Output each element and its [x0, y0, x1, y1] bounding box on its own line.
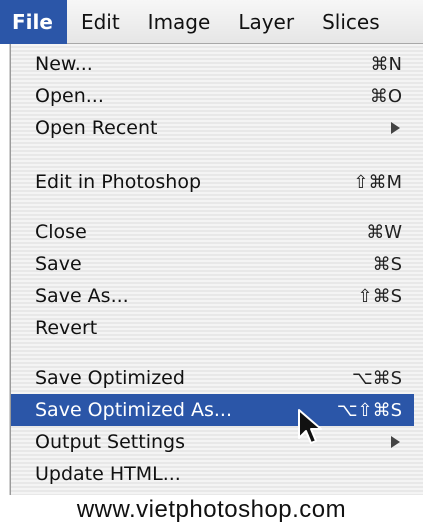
- shortcut-label: ⌥⇧⌘S: [336, 399, 402, 421]
- menu-item-open-recent[interactable]: Open Recent: [11, 112, 414, 144]
- menu-edit[interactable]: Edit: [67, 0, 134, 44]
- menu-item-label: Revert: [35, 317, 98, 339]
- menu-item-revert[interactable]: Revert: [11, 312, 414, 344]
- menu-item-save-optimized[interactable]: Save Optimized ⌥⌘S: [11, 362, 414, 394]
- menu-item-label: Save Optimized As...: [35, 399, 232, 421]
- menu-item-label: Update HTML...: [35, 463, 181, 485]
- menu-item-label: Open Recent: [35, 117, 158, 139]
- watermark-text: www.vietphotoshop.com: [76, 495, 347, 523]
- menu-item-update-html[interactable]: Update HTML...: [11, 458, 414, 490]
- menu-item-label: Open...: [35, 85, 104, 107]
- menu-item-new[interactable]: New... ⌘N: [11, 48, 414, 80]
- menu-item-label: Close: [35, 221, 87, 243]
- menu-item-save[interactable]: Save ⌘S: [11, 248, 414, 280]
- shortcut-label: ⌥⌘S: [351, 367, 402, 389]
- menu-item-edit-in-photoshop[interactable]: Edit in Photoshop ⇧⌘M: [11, 166, 414, 198]
- screenshot-stage: File Edit Image Layer Slices New... ⌘N O…: [0, 0, 423, 529]
- mouse-pointer-icon: [298, 409, 322, 444]
- menu-item-label: Output Settings: [35, 431, 185, 453]
- menu-item-label: Save As...: [35, 285, 129, 307]
- menu-item-label: Edit in Photoshop: [35, 171, 202, 193]
- menu-slices[interactable]: Slices: [308, 0, 394, 44]
- shortcut-label: ⌘W: [366, 221, 402, 243]
- submenu-arrow-icon: [391, 436, 400, 448]
- shortcut-label: ⌘O: [369, 85, 402, 107]
- shortcut-label: ⇧⌘S: [357, 285, 402, 307]
- menu-item-save-as[interactable]: Save As... ⇧⌘S: [11, 280, 414, 312]
- menu-item-close[interactable]: Close ⌘W: [11, 216, 414, 248]
- menu-item-save-optimized-as[interactable]: Save Optimized As... ⌥⇧⌘S: [11, 394, 414, 426]
- menu-layer[interactable]: Layer: [224, 0, 308, 44]
- submenu-arrow-icon: [391, 122, 400, 134]
- menu-file[interactable]: File: [0, 0, 67, 44]
- shortcut-label: ⇧⌘M: [353, 171, 402, 193]
- shortcut-label: ⌘S: [372, 253, 402, 275]
- menu-item-label: Save Optimized: [35, 367, 185, 389]
- menu-item-label: Save: [35, 253, 82, 275]
- menu-bar: File Edit Image Layer Slices: [0, 0, 423, 44]
- shortcut-label: ⌘N: [370, 53, 402, 75]
- menu-item-label: New...: [35, 53, 93, 75]
- menu-item-open[interactable]: Open... ⌘O: [11, 80, 414, 112]
- file-menu-dropdown: New... ⌘N Open... ⌘O Open Recent Edit in…: [10, 44, 423, 495]
- menu-item-output-settings[interactable]: Output Settings: [11, 426, 414, 458]
- menu-image[interactable]: Image: [134, 0, 225, 44]
